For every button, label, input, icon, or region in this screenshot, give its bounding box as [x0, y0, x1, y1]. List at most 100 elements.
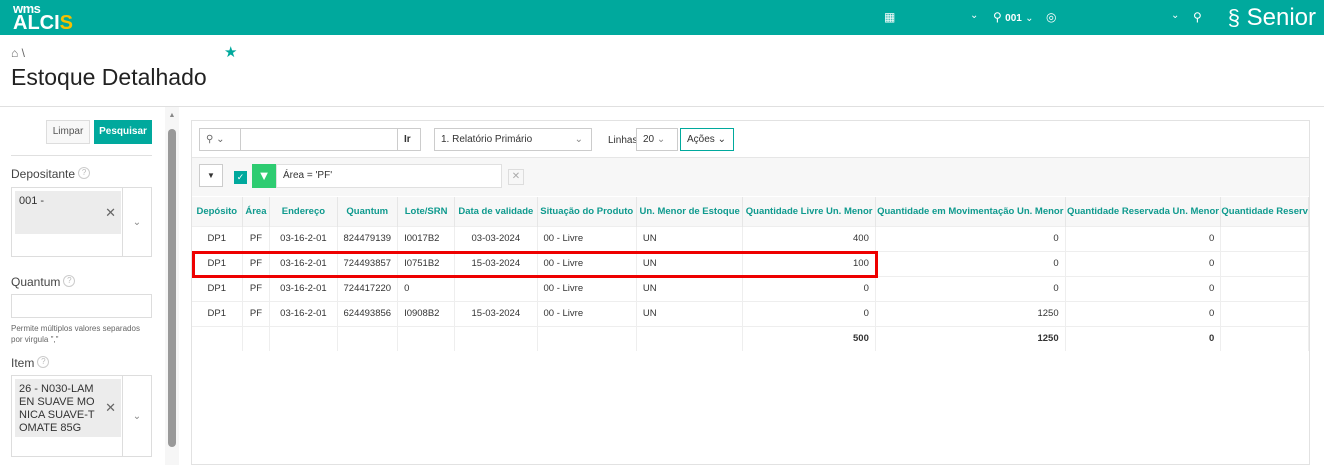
depositante-label: Depositante: [11, 167, 76, 181]
total-cell: [192, 325, 243, 351]
remove-icon[interactable]: ✕: [105, 401, 116, 414]
favorite-star-icon[interactable]: ★: [224, 43, 237, 61]
column-header[interactable]: Quantum: [337, 197, 399, 226]
column-header[interactable]: Depósito: [192, 197, 243, 226]
warehouse-icon[interactable]: ▦: [884, 10, 895, 24]
depositante-field[interactable]: 001 - ✕ ⌄: [11, 187, 152, 257]
collapse-toggle[interactable]: ▼: [199, 164, 223, 187]
column-header[interactable]: Un. Menor de Estoque: [636, 197, 744, 226]
chevron-down-icon: ⌄: [717, 134, 726, 145]
column-header[interactable]: Lote/SRN: [397, 197, 456, 226]
senior-logo: § Senior: [1227, 4, 1316, 31]
filter-chip[interactable]: Área = 'PF': [276, 164, 502, 188]
remove-filter-icon[interactable]: ✕: [508, 169, 524, 185]
table-cell: [1220, 275, 1309, 301]
help-icon[interactable]: ?: [63, 275, 76, 287]
table-cell: PF: [242, 250, 271, 276]
help-icon[interactable]: ?: [78, 167, 91, 179]
table-cell: 15-03-2024: [454, 250, 538, 276]
table-cell: 15-03-2024: [454, 300, 538, 326]
column-header[interactable]: Data de validade: [454, 197, 538, 226]
total-cell: [537, 325, 637, 351]
location-value: 001: [1005, 13, 1022, 24]
report-select[interactable]: 1. Relatório Primário ⌄: [434, 128, 592, 151]
rows-label: Linhas: [608, 135, 638, 146]
table-header: Depósito Área Endereço Quantum Lote/SRN Data …: [192, 197, 1309, 226]
table-cell: DP1: [192, 300, 243, 326]
quantum-input[interactable]: [11, 294, 152, 318]
table-cell: 724417220: [337, 275, 399, 301]
table-row[interactable]: DP1 PF 03-16-2-01 824479139 I0017B2 03-03-202…: [192, 225, 1309, 251]
filter-sidebar: Limpar Pesquisar Depositante? 001 - ✕ ⌄ Q…: [0, 107, 165, 465]
column-header[interactable]: Área: [242, 197, 271, 226]
chevron-down-icon[interactable]: ⌄: [970, 10, 978, 21]
help-icon[interactable]: ?: [37, 356, 50, 368]
scrollbar-thumb[interactable]: [168, 129, 176, 447]
table-row[interactable]: DP1 PF 03-16-2-01 624493856 I0908B2 15-03-202…: [192, 300, 1309, 326]
table-cell: PF: [242, 225, 271, 251]
column-header[interactable]: Quantidade Reserv: [1220, 197, 1309, 226]
table-cell: 0: [742, 300, 876, 326]
filter-bar: ▼ ✓ ▼ Área = 'PF' ✕: [192, 158, 1309, 196]
depositante-chip: 001 - ✕: [15, 191, 121, 234]
table-cell: 03-03-2024: [454, 225, 538, 251]
table-cell: UN: [636, 225, 744, 251]
column-header[interactable]: Quantidade Reservada Un. Menor: [1065, 197, 1222, 226]
location-selector[interactable]: ⚲ 001 ⌄: [993, 10, 1034, 24]
search-column-selector[interactable]: ⚲ ⌄: [199, 128, 241, 151]
table-cell: 00 - Livre: [537, 250, 637, 276]
table-cell: [1220, 250, 1309, 276]
chevron-down-icon[interactable]: ⌄: [122, 376, 151, 456]
column-header[interactable]: Situação do Produto: [537, 197, 637, 226]
total-cell: [269, 325, 338, 351]
search-icon[interactable]: ⚲: [1193, 10, 1202, 24]
filter-checkbox[interactable]: ✓: [234, 171, 247, 184]
home-icon[interactable]: ⌂: [11, 46, 18, 60]
scroll-up-icon[interactable]: ▲: [165, 112, 179, 119]
table-row[interactable]: DP1 PF 03-16-2-01 724417220 0 00 - Livre UN 0 0 0: [192, 275, 1309, 301]
clear-button[interactable]: Limpar: [46, 120, 90, 144]
wms-alcis-logo[interactable]: wms ALCIS: [13, 2, 73, 33]
table-cell: 0: [1065, 300, 1222, 326]
table-cell: UN: [636, 250, 744, 276]
total-cell: 0: [1065, 325, 1222, 351]
divider: [0, 106, 1324, 107]
table-cell: 0: [742, 275, 876, 301]
brand-name: Senior: [1246, 4, 1316, 31]
rows-select[interactable]: 20 ⌄: [636, 128, 678, 151]
report-panel: ⚲ ⌄ Ir 1. Relatório Primário ⌄ Linhas 20 …: [191, 120, 1310, 465]
table-cell: UN: [636, 300, 744, 326]
actions-label: Ações: [687, 134, 715, 145]
table-cell: PF: [242, 275, 271, 301]
divider: [11, 155, 152, 156]
column-header[interactable]: Quantidade em Movimentação Un. Menor: [875, 197, 1066, 226]
sidebar-scrollbar[interactable]: ▲: [165, 107, 179, 465]
go-button[interactable]: Ir: [397, 128, 421, 151]
table-cell: 03-16-2-01: [269, 250, 338, 276]
total-cell: 500: [742, 325, 876, 351]
report-value: 1. Relatório Primário: [441, 134, 533, 145]
breadcrumb-separator: \: [21, 46, 25, 60]
total-cell: [397, 325, 456, 351]
column-header[interactable]: Endereço: [269, 197, 338, 226]
table-cell: 03-16-2-01: [269, 275, 338, 301]
stock-table: Depósito Área Endereço Quantum Lote/SRN Data …: [192, 197, 1309, 351]
table-cell: 00 - Livre: [537, 275, 637, 301]
user-icon[interactable]: ◎: [1046, 10, 1056, 24]
logo-accent: S: [59, 12, 74, 34]
quantum-label: Quantum: [11, 275, 61, 289]
total-cell: 1250: [875, 325, 1066, 351]
table-cell: 0: [875, 250, 1066, 276]
item-field[interactable]: 26 - N030-LAMEN SUAVE MONICA SUAVE-TOMAT…: [11, 375, 152, 457]
search-button[interactable]: Pesquisar: [94, 120, 152, 144]
actions-button[interactable]: Ações ⌄: [680, 128, 734, 151]
search-input[interactable]: [240, 128, 398, 151]
chevron-down-icon[interactable]: ⌄: [1171, 10, 1179, 21]
table-cell: 624493856: [337, 300, 399, 326]
remove-icon[interactable]: ✕: [105, 206, 116, 219]
table-cell: I0908B2: [397, 300, 456, 326]
table-row[interactable]: DP1 PF 03-16-2-01 724493857 I0751B2 15-03-202…: [192, 250, 1309, 276]
depositante-value: 001 -: [19, 195, 45, 207]
chevron-down-icon[interactable]: ⌄: [122, 188, 151, 256]
column-header[interactable]: Quantidade Livre Un. Menor: [742, 197, 876, 226]
